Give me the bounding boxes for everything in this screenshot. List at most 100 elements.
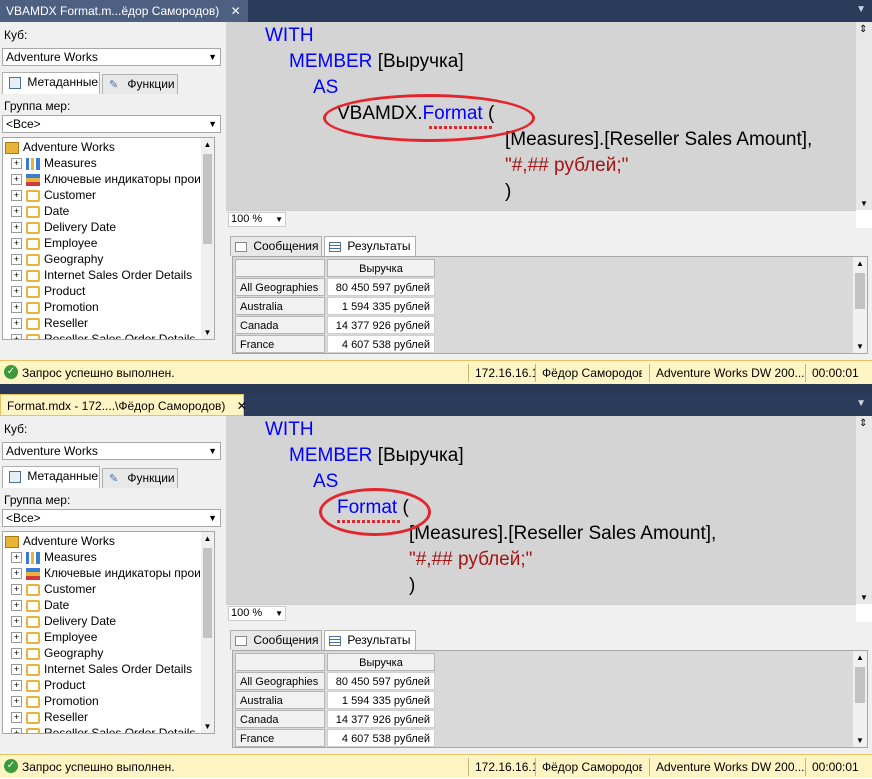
expand-icon[interactable]: +	[11, 158, 22, 170]
expand-icon[interactable]: +	[11, 616, 22, 628]
close-icon[interactable]: ✕	[237, 395, 247, 417]
tree-node-cube[interactable]: Adventure Works	[5, 139, 115, 155]
tree-scrollbar[interactable]: ▲ ▼	[201, 138, 214, 339]
row-header[interactable]: Australia	[235, 691, 325, 709]
row-header[interactable]: France	[235, 335, 325, 353]
scroll-thumb[interactable]	[203, 548, 212, 638]
tree-node[interactable]: + Date	[11, 597, 69, 613]
tree-scrollbar[interactable]: ▲ ▼	[201, 532, 214, 733]
expand-icon[interactable]: +	[11, 270, 22, 282]
document-tab[interactable]: VBAMDX Format.m...ёдор Самородов) ✕	[0, 0, 248, 22]
grid-cell[interactable]: 4 607 538 рублей	[327, 729, 435, 747]
row-header[interactable]: All Geographies	[235, 672, 325, 690]
split-icon[interactable]: ⇕	[859, 418, 867, 429]
tree-node-cube[interactable]: Adventure Works	[5, 533, 115, 549]
tree-node[interactable]: + Ключевые индикаторы произв	[11, 565, 213, 581]
grid-cell[interactable]: 80 450 597 рублей	[327, 278, 435, 296]
expand-icon[interactable]: +	[11, 632, 22, 644]
tab-dropdown-icon[interactable]: ▼	[856, 4, 866, 15]
query-editor[interactable]: WITH MEMBER [Выручка] AS VBAMDX.Format (…	[226, 22, 872, 210]
tab-dropdown-icon[interactable]: ▼	[856, 398, 866, 409]
measure-group-select[interactable]: <Все> ▼	[2, 115, 221, 133]
expand-icon[interactable]: +	[11, 584, 22, 596]
scroll-up-icon[interactable]: ▲	[856, 653, 864, 662]
tab-results[interactable]: Результаты	[324, 236, 416, 256]
scroll-down-icon[interactable]: ▼	[860, 593, 868, 602]
tree-node[interactable]: + Reseller	[11, 315, 88, 331]
scroll-up-icon[interactable]: ▲	[201, 138, 214, 151]
measure-group-select[interactable]: <Все> ▼	[2, 509, 221, 527]
expand-icon[interactable]: +	[11, 728, 22, 733]
editor-scrollbar[interactable]: ⇕ ▼	[856, 416, 872, 604]
split-icon[interactable]: ⇕	[859, 24, 867, 35]
tab-functions[interactable]: ✎ Функции	[102, 468, 178, 488]
scroll-thumb[interactable]	[855, 667, 865, 703]
tree-node[interactable]: + Measures	[11, 549, 97, 565]
scroll-thumb[interactable]	[203, 154, 212, 244]
row-header[interactable]: France	[235, 729, 325, 747]
tab-metadata[interactable]: Метаданные	[2, 466, 100, 488]
scroll-down-icon[interactable]: ▼	[856, 736, 864, 745]
row-header[interactable]: Canada	[235, 316, 325, 334]
tree-node[interactable]: + Reseller Sales Order Details	[11, 331, 195, 339]
expand-icon[interactable]: +	[11, 302, 22, 314]
tree-node[interactable]: + Date	[11, 203, 69, 219]
grid-cell[interactable]: 14 377 926 рублей	[327, 316, 435, 334]
tree-node[interactable]: + Ключевые индикаторы произв	[11, 171, 213, 187]
row-header[interactable]: Canada	[235, 710, 325, 728]
grid-cell[interactable]: 80 450 597 рублей	[327, 672, 435, 690]
expand-icon[interactable]: +	[11, 190, 22, 202]
tree-node[interactable]: + Reseller	[11, 709, 88, 725]
expand-icon[interactable]: +	[11, 600, 22, 612]
scroll-down-icon[interactable]: ▼	[860, 199, 868, 208]
scroll-down-icon[interactable]: ▼	[201, 326, 214, 339]
expand-icon[interactable]: +	[11, 206, 22, 218]
expand-icon[interactable]: +	[11, 696, 22, 708]
grid-cell[interactable]: 4 607 538 рублей	[327, 335, 435, 353]
tree-node[interactable]: + Internet Sales Order Details	[11, 267, 192, 283]
expand-icon[interactable]: +	[11, 334, 22, 339]
tree-node[interactable]: + Employee	[11, 629, 97, 645]
expand-icon[interactable]: +	[11, 648, 22, 660]
scroll-thumb[interactable]	[855, 273, 865, 309]
expand-icon[interactable]: +	[11, 174, 22, 186]
cube-select[interactable]: Adventure Works ▼	[2, 48, 221, 66]
grid-cell[interactable]: 1 594 335 рублей	[327, 297, 435, 315]
row-header[interactable]: Australia	[235, 297, 325, 315]
tree-node[interactable]: + Promotion	[11, 693, 99, 709]
tree-node[interactable]: + Delivery Date	[11, 613, 116, 629]
expand-icon[interactable]: +	[11, 286, 22, 298]
expand-icon[interactable]: +	[11, 238, 22, 250]
query-editor[interactable]: WITH MEMBER [Выручка] AS Format ( [Measu…	[226, 416, 872, 604]
expand-icon[interactable]: +	[11, 552, 22, 564]
document-tab[interactable]: Format.mdx - 172....\Фёдор Самородов) ✕	[0, 394, 247, 417]
tree-node[interactable]: + Geography	[11, 251, 103, 267]
expand-icon[interactable]: +	[11, 254, 22, 266]
results-scrollbar[interactable]: ▲ ▼	[853, 257, 867, 353]
editor-scrollbar[interactable]: ⇕ ▼	[856, 22, 872, 210]
row-header[interactable]: All Geographies	[235, 278, 325, 296]
expand-icon[interactable]: +	[11, 680, 22, 692]
expand-icon[interactable]: +	[11, 222, 22, 234]
expand-icon[interactable]: +	[11, 712, 22, 724]
tree-node[interactable]: + Promotion	[11, 299, 99, 315]
cube-select[interactable]: Adventure Works ▼	[2, 442, 221, 460]
zoom-select[interactable]: 100 % ▼	[228, 606, 286, 621]
column-header[interactable]: Выручка	[327, 259, 435, 277]
column-header[interactable]: Выручка	[327, 653, 435, 671]
tree-node[interactable]: + Product	[11, 283, 85, 299]
scroll-up-icon[interactable]: ▲	[856, 259, 864, 268]
tree-node[interactable]: + Geography	[11, 645, 103, 661]
close-icon[interactable]: ✕	[231, 0, 241, 22]
tab-results[interactable]: Результаты	[324, 630, 416, 650]
tree-node[interactable]: + Customer	[11, 581, 96, 597]
tree-node[interactable]: + Reseller Sales Order Details	[11, 725, 195, 733]
tab-metadata[interactable]: Метаданные	[2, 72, 100, 94]
tab-messages[interactable]: Сообщения	[230, 630, 322, 650]
scroll-up-icon[interactable]: ▲	[201, 532, 214, 545]
grid-cell[interactable]: 1 594 335 рублей	[327, 691, 435, 709]
tree-node[interactable]: + Customer	[11, 187, 96, 203]
tab-messages[interactable]: Сообщения	[230, 236, 322, 256]
tree-node[interactable]: + Employee	[11, 235, 97, 251]
results-scrollbar[interactable]: ▲ ▼	[853, 651, 867, 747]
